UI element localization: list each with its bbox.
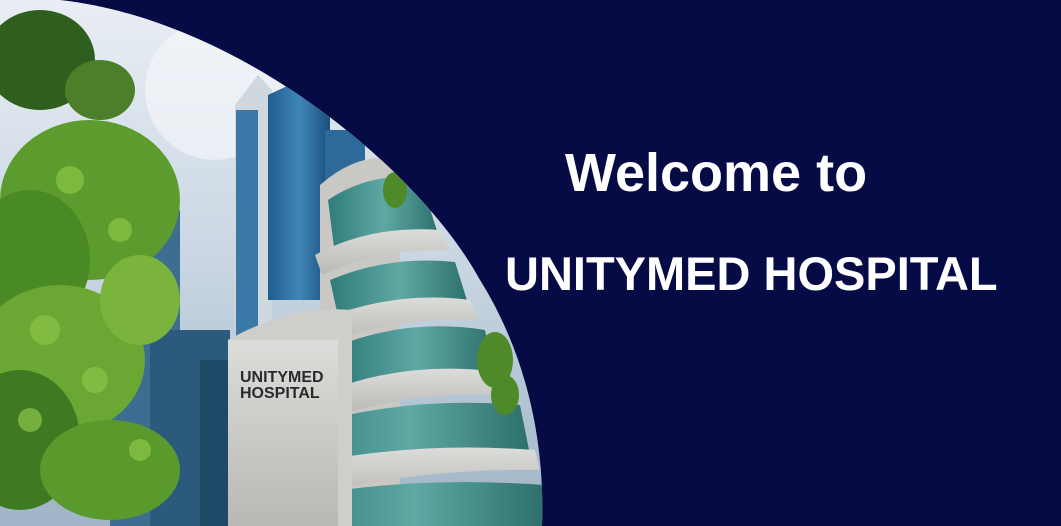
sign-text-line2: HOSPITAL	[240, 385, 320, 402]
welcome-heading: Welcome to	[565, 143, 868, 203]
sign-text-line1: UNITYMED	[240, 369, 324, 386]
hero-banner: UNITYMED HOSPITAL Welcome to UNITYMED HO…	[0, 0, 1061, 526]
hospital-name-heading: UNITYMED HOSPITAL	[505, 247, 998, 300]
